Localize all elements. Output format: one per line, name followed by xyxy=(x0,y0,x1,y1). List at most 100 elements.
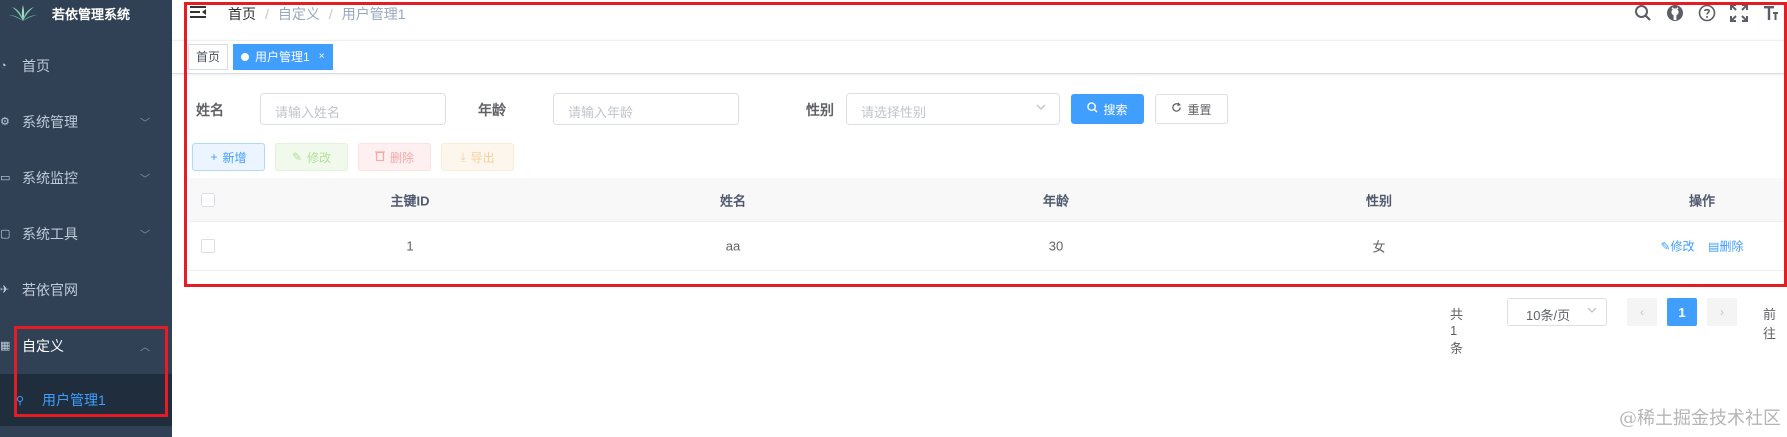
data-table: 主键ID 姓名 年龄 性别 操作 1 aa 30 女 ✎修改 ▤删除 xyxy=(189,178,1787,271)
gender-placeholder: 请选择性别 xyxy=(861,105,927,120)
column-header-actions: 操作 xyxy=(1688,193,1716,208)
breadcrumb-item[interactable]: 首页 xyxy=(228,4,256,24)
age-input[interactable]: 请输入年龄 xyxy=(553,93,739,125)
gender-label: 性别 xyxy=(806,102,834,118)
name-label: 姓名 xyxy=(196,102,224,118)
main-area: 首页 / 自定义 / 用户管理1 首页 用户管理1 × 姓名 请输入姓名 年龄 … xyxy=(172,0,1787,437)
breadcrumb: 首页 / 自定义 / 用户管理1 xyxy=(228,4,406,24)
guide-icon: ✈ xyxy=(0,284,10,296)
name-placeholder: 请输入姓名 xyxy=(275,105,341,120)
page-size-value: 10条/页 xyxy=(1526,308,1571,323)
column-header-age: 年龄 xyxy=(1042,193,1070,208)
hamburger-icon[interactable] xyxy=(190,5,206,22)
row-delete-label: 删除 xyxy=(1719,239,1744,254)
fullscreen-icon[interactable] xyxy=(1729,3,1749,23)
column-header-name: 姓名 xyxy=(719,193,747,208)
search-button-label: 搜索 xyxy=(1103,102,1128,117)
font-size-icon[interactable] xyxy=(1761,3,1781,23)
close-icon[interactable]: × xyxy=(319,45,325,69)
question-icon[interactable] xyxy=(1697,3,1717,23)
name-input[interactable]: 请输入姓名 xyxy=(260,93,446,125)
chevron-down-icon: ﹀ xyxy=(140,118,150,130)
chevron-left-icon: ‹ xyxy=(1640,305,1644,319)
plus-icon: + xyxy=(210,150,218,164)
sidebar-item-label: 系统管理 xyxy=(22,114,78,130)
table-icon: ▦ xyxy=(0,340,11,352)
table-row: 1 aa 30 女 ✎修改 ▤删除 xyxy=(189,222,1787,271)
tag-label: 用户管理1 xyxy=(255,50,310,64)
sidebar-item-official-site[interactable]: ✈ 若依官网 xyxy=(0,262,172,318)
column-header-id: 主键ID xyxy=(390,193,430,208)
dot-icon xyxy=(241,53,250,61)
sidebar-item-home[interactable]: ◔ 首页 xyxy=(0,38,172,94)
breadcrumb-separator: / xyxy=(328,5,333,22)
sidebar-item-label: 若依官网 xyxy=(22,282,78,298)
dashboard-icon: ◔ xyxy=(0,60,7,72)
sidebar-item-label: 系统工具 xyxy=(22,226,78,242)
reset-button-label: 重置 xyxy=(1187,102,1212,117)
sidebar-item-system-tools[interactable]: ▢ 系统工具 ﹀ xyxy=(0,206,172,262)
breadcrumb-item: 自定义 xyxy=(277,5,320,22)
sidebar: 若依管理系统 ◔ 首页 ⚙ 系统管理 ﹀ ▭ 系统监控 ﹀ ▢ 系统工具 ﹀ ✈… xyxy=(0,0,172,437)
next-page-button[interactable]: › xyxy=(1707,298,1737,326)
tag-label: 首页 xyxy=(196,50,221,64)
row-checkbox[interactable] xyxy=(201,239,215,253)
page-size-select[interactable]: 10条/页 xyxy=(1507,298,1607,326)
chevron-down-icon: ﹀ xyxy=(140,230,150,242)
edit-button[interactable]: ✎ 修改 xyxy=(275,143,348,171)
prev-page-button[interactable]: ‹ xyxy=(1627,298,1657,326)
delete-button[interactable]: 删除 xyxy=(358,143,431,171)
tool-icon: ▢ xyxy=(0,228,11,240)
search-icon xyxy=(1087,102,1099,116)
highlight-box-sidebar xyxy=(14,326,168,417)
sidebar-item-system-management[interactable]: ⚙ 系统管理 ﹀ xyxy=(0,94,172,150)
page-number-button[interactable]: 1 xyxy=(1667,298,1697,326)
github-icon[interactable] xyxy=(1665,3,1685,23)
sidebar-item-label: 首页 xyxy=(22,58,50,74)
cell-id: 1 xyxy=(406,238,414,254)
page-number: 1 xyxy=(1678,304,1686,320)
breadcrumb-separator: / xyxy=(265,5,269,22)
trash-icon: ▤ xyxy=(1708,239,1720,254)
trash-icon xyxy=(374,150,385,164)
page-jump-label: 前往 xyxy=(1763,307,1777,341)
edit-icon: ✎ xyxy=(1660,239,1671,254)
column-header-gender: 性别 xyxy=(1365,193,1393,208)
tags-view: 首页 用户管理1 × xyxy=(172,40,1787,74)
settings-icon: ⚙ xyxy=(0,116,10,128)
select-all-checkbox[interactable] xyxy=(201,192,215,207)
search-icon[interactable] xyxy=(1633,3,1653,23)
reset-button[interactable]: 重置 xyxy=(1155,94,1228,124)
row-delete-link[interactable]: ▤删除 xyxy=(1708,240,1743,254)
age-placeholder: 请输入年龄 xyxy=(568,105,634,120)
sidebar-item-label: 系统监控 xyxy=(22,170,78,186)
sidebar-item-system-monitor[interactable]: ▭ 系统监控 ﹀ xyxy=(0,150,172,206)
refresh-icon xyxy=(1171,102,1182,116)
table-header: 主键ID 姓名 年龄 性别 操作 xyxy=(189,178,1787,222)
navbar: 首页 / 自定义 / 用户管理1 xyxy=(172,0,1787,27)
navbar-right-menu xyxy=(1633,3,1781,23)
add-button[interactable]: + 新增 xyxy=(192,143,265,171)
chevron-down-icon xyxy=(1035,101,1047,116)
pagination-total: 共 1 条 xyxy=(1450,307,1464,356)
monitor-icon: ▭ xyxy=(0,172,11,184)
export-button[interactable]: ⤓ 导出 xyxy=(441,143,514,171)
tag-user-management-1[interactable]: 用户管理1 × xyxy=(233,44,333,70)
search-form: 姓名 请输入姓名 年龄 请输入年龄 性别 请选择性别 搜索 重置 xyxy=(172,93,1772,125)
delete-button-label: 删除 xyxy=(389,150,414,165)
cell-actions: ✎修改 ▤删除 xyxy=(1660,238,1743,255)
download-icon: ⤓ xyxy=(460,149,466,164)
breadcrumb-item: 用户管理1 xyxy=(341,5,406,22)
row-edit-link[interactable]: ✎修改 xyxy=(1660,240,1694,254)
app-title: 若依管理系统 xyxy=(52,6,131,22)
chevron-down-icon: ﹀ xyxy=(140,174,150,186)
edit-icon: ✎ xyxy=(291,150,303,164)
watermark: @稀土掘金技术社区 xyxy=(1619,408,1781,429)
search-button[interactable]: 搜索 xyxy=(1071,94,1144,124)
logo[interactable]: 若依管理系统 xyxy=(0,0,172,26)
cell-age: 30 xyxy=(1048,238,1064,254)
tag-home[interactable]: 首页 xyxy=(188,44,229,70)
logo-icon xyxy=(9,5,37,21)
add-button-label: 新增 xyxy=(222,150,247,165)
gender-select[interactable]: 请选择性别 xyxy=(846,93,1060,125)
